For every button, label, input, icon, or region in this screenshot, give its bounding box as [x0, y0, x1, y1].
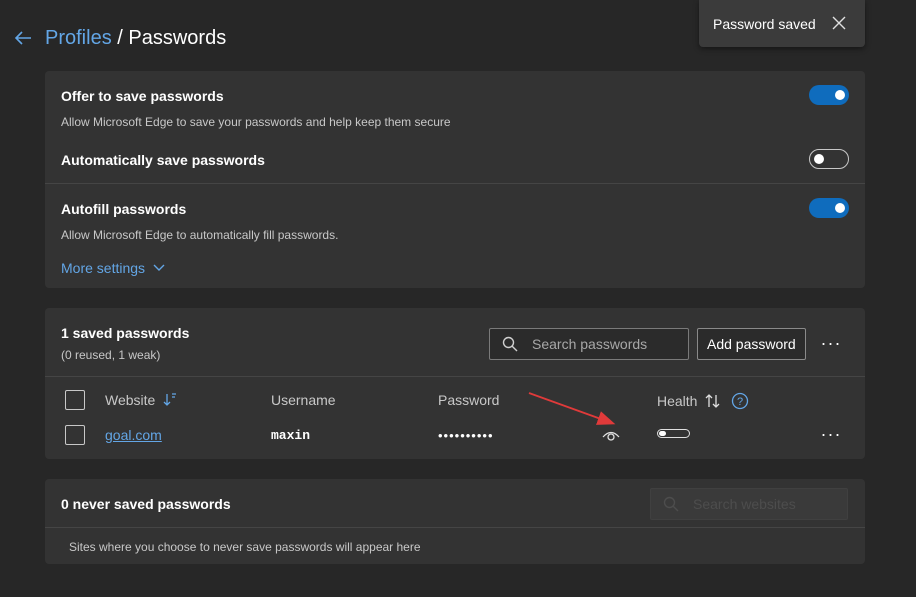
offer-save-toggle[interactable] [809, 85, 849, 105]
divider [45, 376, 865, 377]
website-column-header[interactable]: Website [105, 392, 177, 410]
sort-descending-icon[interactable] [163, 393, 177, 410]
divider [45, 183, 865, 184]
page-title: Passwords [128, 26, 227, 49]
search-websites-box [650, 488, 848, 520]
username-column-header: Username [271, 392, 336, 408]
search-icon [663, 496, 679, 512]
autofill-description: Allow Microsoft Edge to automatically fi… [61, 228, 339, 242]
saved-passwords-title: 1 saved passwords [61, 325, 190, 341]
password-value: •••••••••• [438, 428, 494, 443]
divider [45, 527, 865, 528]
password-health-fill [659, 431, 666, 436]
password-settings-card: Offer to save passwords Allow Microsoft … [45, 71, 865, 288]
add-password-button[interactable]: Add password [697, 328, 806, 360]
auto-save-title: Automatically save passwords [61, 152, 265, 168]
more-settings-label: More settings [61, 260, 146, 276]
auto-save-toggle[interactable] [809, 149, 849, 169]
password-column-header: Password [438, 392, 500, 408]
autofill-title: Autofill passwords [61, 201, 187, 217]
row-more-options-icon[interactable]: ··· [819, 422, 843, 446]
row-checkbox[interactable] [65, 425, 85, 445]
saved-passwords-card: 1 saved passwords (0 reused, 1 weak) Add… [45, 308, 865, 459]
health-column-header[interactable]: Health ? [657, 392, 749, 410]
never-saved-title: 0 never saved passwords [61, 496, 231, 512]
username-value: maxin [271, 428, 311, 443]
never-saved-empty-text: Sites where you choose to never save pas… [69, 540, 421, 554]
never-saved-card: 0 never saved passwords Sites where you … [45, 479, 865, 564]
search-passwords-input[interactable] [532, 336, 672, 352]
toast-message: Password saved [713, 15, 816, 32]
search-icon [502, 336, 518, 352]
select-all-checkbox[interactable] [65, 390, 85, 410]
offer-save-description: Allow Microsoft Edge to save your passwo… [61, 115, 451, 129]
svg-text:?: ? [737, 396, 743, 408]
more-options-icon[interactable]: ··· [819, 331, 843, 355]
show-password-eye-icon[interactable] [602, 428, 620, 442]
help-icon[interactable]: ? [731, 392, 749, 410]
close-icon[interactable] [831, 15, 847, 31]
breadcrumb: Profiles / Passwords [12, 24, 226, 52]
health-column-label: Health [657, 393, 698, 409]
sort-icon[interactable] [705, 393, 721, 409]
offer-save-title: Offer to save passwords [61, 88, 224, 104]
website-column-label: Website [105, 392, 156, 408]
back-arrow-icon[interactable] [12, 27, 34, 49]
breadcrumb-separator: / [117, 26, 123, 49]
search-websites-input [693, 496, 833, 512]
password-health-indicator [657, 429, 690, 438]
autofill-toggle[interactable] [809, 198, 849, 218]
saved-passwords-subtitle: (0 reused, 1 weak) [61, 348, 161, 362]
search-passwords-box[interactable] [489, 328, 689, 360]
chevron-down-icon [153, 264, 165, 272]
website-link[interactable]: goal.com [105, 427, 162, 443]
breadcrumb-profiles-link[interactable]: Profiles [45, 27, 112, 49]
password-saved-toast: Password saved [699, 0, 865, 47]
more-settings-link[interactable]: More settings [61, 260, 165, 276]
